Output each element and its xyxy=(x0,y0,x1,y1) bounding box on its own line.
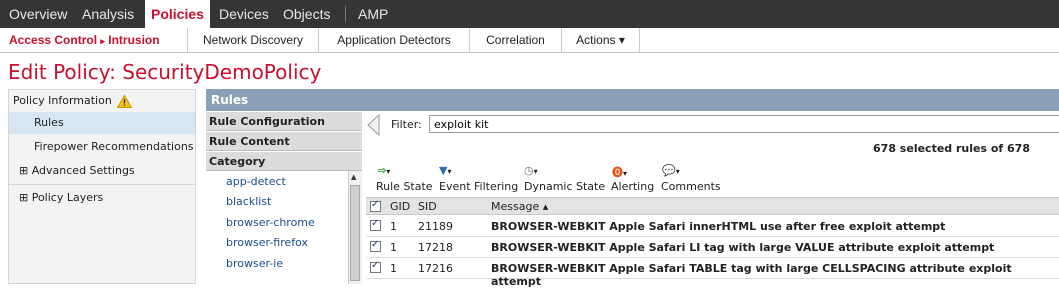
cell-sid: 21189 xyxy=(418,220,453,233)
alerting-label[interactable]: Alerting xyxy=(611,180,654,193)
intrusion-link[interactable]: Intrusion xyxy=(108,33,159,47)
category-item[interactable]: browser-ie xyxy=(226,257,283,270)
row-checkbox[interactable] xyxy=(370,218,381,231)
filter-input[interactable] xyxy=(429,115,1059,133)
nav-objects[interactable]: Objects xyxy=(283,0,330,28)
cell-message: BROWSER-WEBKIT Apple Safari TABLE tag wi… xyxy=(491,262,1012,288)
tab-actions[interactable]: Actions ▾ xyxy=(562,28,640,52)
nav-amp[interactable]: AMP xyxy=(358,0,388,28)
table-row[interactable]: 1 17216 BROWSER-WEBKIT Apple Safari TABL… xyxy=(366,258,1059,288)
cell-sid: 17218 xyxy=(418,241,453,254)
category-item[interactable]: browser-firefox xyxy=(226,236,308,249)
nav-divider xyxy=(9,184,195,185)
nav-policies[interactable]: Policies xyxy=(145,0,210,28)
dynamic-state-label[interactable]: Dynamic State xyxy=(524,180,605,193)
comments-label[interactable]: Comments xyxy=(661,180,721,193)
access-control-link[interactable]: Access Control xyxy=(9,33,97,47)
page-title: Edit Policy: SecurityDemoPolicy xyxy=(8,60,322,84)
nav-overview[interactable]: Overview xyxy=(9,0,67,28)
filter-label: Filter: xyxy=(391,118,422,131)
rules-table-header: GID SID Message ▴ xyxy=(366,197,1059,215)
nav-advanced-settings[interactable]: ⊞ Advanced Settings xyxy=(9,160,195,182)
category-scrollbar[interactable]: ▲ xyxy=(348,171,362,284)
select-all-checkbox[interactable] xyxy=(370,199,381,212)
rule-state-label[interactable]: Rule State xyxy=(376,180,433,193)
section-rule-content[interactable]: Rule Content xyxy=(206,132,362,151)
category-item[interactable]: blacklist xyxy=(226,195,271,208)
clock-icon: ◷ xyxy=(524,164,534,177)
event-filtering-button[interactable]: ▼▾ xyxy=(439,164,451,177)
collapse-panel-icon[interactable] xyxy=(366,114,380,136)
nav-policy-information[interactable]: Policy Information xyxy=(9,90,195,112)
nav-firepower-recommendations[interactable]: Firepower Recommendations xyxy=(9,136,195,158)
nav-policy-layers[interactable]: ⊞ Policy Layers xyxy=(9,187,195,209)
event-filtering-label[interactable]: Event Filtering xyxy=(439,180,518,193)
table-row[interactable]: 1 17218 BROWSER-WEBKIT Apple Safari LI t… xyxy=(366,237,1059,258)
scroll-up-icon[interactable]: ▲ xyxy=(351,173,356,181)
column-message[interactable]: Message ▴ xyxy=(491,200,548,213)
nav-rules[interactable]: Rules xyxy=(9,112,195,134)
row-checkbox[interactable] xyxy=(370,239,381,252)
breadcrumb-arrow-icon: ▸ xyxy=(100,36,105,46)
column-gid[interactable]: GID xyxy=(390,200,410,213)
warning-icon xyxy=(117,94,133,108)
cell-message: BROWSER-WEBKIT Apple Safari innerHTML us… xyxy=(491,220,946,233)
category-item[interactable]: browser-chrome xyxy=(226,216,315,229)
tab-correlation[interactable]: Correlation xyxy=(470,28,562,52)
policy-left-nav: Policy Information Rules Firepower Recom… xyxy=(8,89,196,284)
section-category[interactable]: Category xyxy=(206,152,362,171)
comments-button[interactable]: 💬▾ xyxy=(662,164,680,177)
tab-access-control-intrusion[interactable]: Access Control ▸ Intrusion xyxy=(0,28,188,52)
comment-icon: 💬 xyxy=(662,164,676,177)
row-checkbox[interactable] xyxy=(370,260,381,273)
nav-devices[interactable]: Devices xyxy=(219,0,269,28)
category-item[interactable]: app-detect xyxy=(226,175,286,188)
alerting-button[interactable]: ⓿▾ xyxy=(612,164,627,180)
tab-application-detectors[interactable]: Application Detectors xyxy=(319,28,470,52)
rule-state-button[interactable]: ⇒▾ xyxy=(377,164,390,177)
cell-gid: 1 xyxy=(390,220,397,233)
alert-icon: ⓿ xyxy=(612,166,623,179)
dynamic-state-button[interactable]: ◷▾ xyxy=(524,164,538,177)
cell-gid: 1 xyxy=(390,241,397,254)
cell-gid: 1 xyxy=(390,262,397,275)
table-row[interactable]: 1 21189 BROWSER-WEBKIT Apple Safari inne… xyxy=(366,216,1059,237)
sub-navigation: Access Control ▸ Intrusion Network Disco… xyxy=(0,28,1059,53)
selected-rules-count: 678 selected rules of 678 xyxy=(873,142,1030,155)
rules-header: Rules xyxy=(206,89,1059,111)
nav-analysis[interactable]: Analysis xyxy=(82,0,134,28)
scroll-thumb[interactable] xyxy=(350,185,360,281)
section-rule-configuration[interactable]: Rule Configuration xyxy=(206,112,362,131)
nav-divider xyxy=(345,6,346,22)
policy-information-label: Policy Information xyxy=(13,94,112,107)
column-sid[interactable]: SID xyxy=(418,200,437,213)
category-list: app-detect blacklist browser-chrome brow… xyxy=(206,171,348,284)
arrow-right-icon: ⇒ xyxy=(377,164,387,177)
cell-sid: 17216 xyxy=(418,262,453,275)
tab-network-discovery[interactable]: Network Discovery xyxy=(188,28,319,52)
cell-message: BROWSER-WEBKIT Apple Safari LI tag with … xyxy=(491,241,995,254)
top-navigation: Overview Analysis Policies Devices Objec… xyxy=(0,0,1059,28)
